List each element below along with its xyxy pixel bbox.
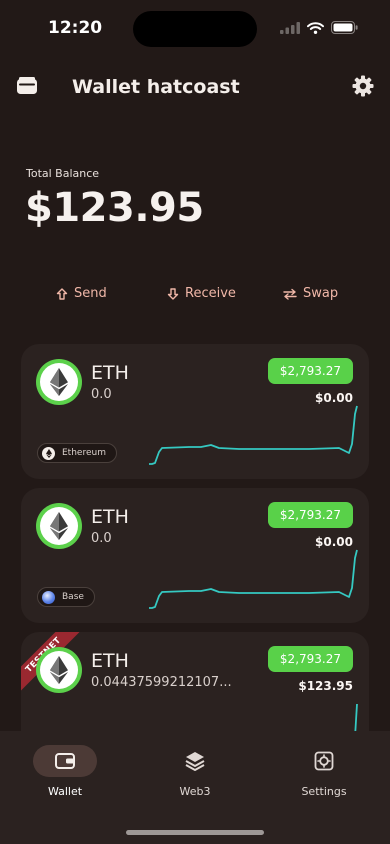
- settings-tab-icon: [314, 751, 334, 771]
- token-avatar: [36, 503, 82, 549]
- asset-card-eth-ethereum[interactable]: ETH 0.0 $2,793.27 $0.00 Ethereum: [21, 344, 369, 479]
- layers-icon: [185, 752, 205, 771]
- fiat-value: $123.95: [298, 679, 353, 693]
- asset-card-eth-base[interactable]: ETH 0.0 $2,793.27 $0.00 Base: [21, 488, 369, 623]
- send-label: Send: [74, 286, 107, 301]
- signal-icon: [280, 21, 300, 34]
- price-sparkline: [149, 549, 358, 609]
- page-title: Wallet hatcoast: [72, 76, 240, 98]
- network-badge: Base: [37, 587, 95, 607]
- fiat-value: $0.00: [315, 535, 353, 549]
- tab-settings[interactable]: Settings: [279, 745, 369, 798]
- token-avatar: [36, 359, 82, 405]
- ethereum-logo-icon: [50, 512, 68, 540]
- token-amount: 0.04437599212107...: [91, 675, 232, 690]
- wifi-icon: [307, 21, 324, 34]
- token-symbol: ETH: [91, 362, 129, 384]
- tab-wallet[interactable]: Wallet: [20, 745, 110, 798]
- tab-web3[interactable]: Web3: [150, 745, 240, 798]
- gear-icon[interactable]: [352, 75, 374, 97]
- home-indicator: [126, 830, 264, 835]
- total-balance-value: $123.95: [25, 185, 204, 231]
- token-amount: 0.0: [91, 531, 112, 546]
- price-badge: $2,793.27: [267, 646, 353, 672]
- network-label: Base: [62, 592, 84, 602]
- total-balance-label: Total Balance: [26, 167, 100, 180]
- arrow-down-icon: [167, 287, 179, 300]
- swap-label: Swap: [303, 286, 339, 301]
- swap-icon: [283, 288, 297, 300]
- base-network-icon: [42, 590, 55, 604]
- status-bar: 12:20: [0, 0, 390, 54]
- status-icons: [280, 21, 358, 34]
- wallet-icon[interactable]: [16, 76, 38, 96]
- fiat-value: $0.00: [315, 391, 353, 405]
- ethereum-network-icon: [42, 446, 55, 460]
- receive-label: Receive: [185, 286, 236, 301]
- price-sparkline: [149, 405, 358, 465]
- status-time: 12:20: [48, 18, 103, 38]
- bottom-tab-bar: Wallet Web3 Settings: [0, 731, 390, 844]
- receive-button[interactable]: Receive: [167, 286, 236, 301]
- swap-button[interactable]: Swap: [283, 286, 338, 301]
- token-symbol: ETH: [91, 650, 129, 672]
- send-button[interactable]: Send: [56, 286, 107, 301]
- network-badge: Ethereum: [37, 443, 117, 463]
- token-avatar: [36, 647, 82, 693]
- battery-icon: [331, 21, 358, 34]
- tab-wallet-label: Wallet: [47, 785, 83, 798]
- price-badge: $2,793.27: [267, 502, 353, 528]
- dynamic-island: [133, 11, 257, 47]
- wallet-tab-icon: [55, 753, 75, 769]
- arrow-up-icon: [56, 287, 68, 300]
- network-label: Ethereum: [62, 448, 106, 458]
- token-amount: 0.0: [91, 387, 112, 402]
- ethereum-logo-icon: [50, 656, 68, 684]
- tab-web3-label: Web3: [179, 785, 211, 798]
- ethereum-logo-icon: [50, 368, 68, 396]
- action-row: Send Receive Swap: [0, 286, 390, 308]
- token-symbol: ETH: [91, 506, 129, 528]
- app-header: Wallet hatcoast: [0, 70, 390, 104]
- tab-settings-label: Settings: [301, 785, 347, 798]
- price-badge: $2,793.27: [267, 358, 353, 384]
